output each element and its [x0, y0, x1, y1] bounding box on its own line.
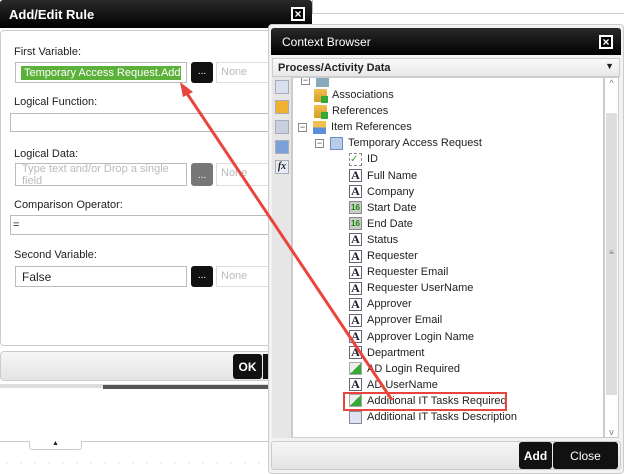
arrow-line [184, 91, 394, 401]
annotation-arrow [180, 82, 394, 401]
arrow-head [180, 82, 193, 97]
